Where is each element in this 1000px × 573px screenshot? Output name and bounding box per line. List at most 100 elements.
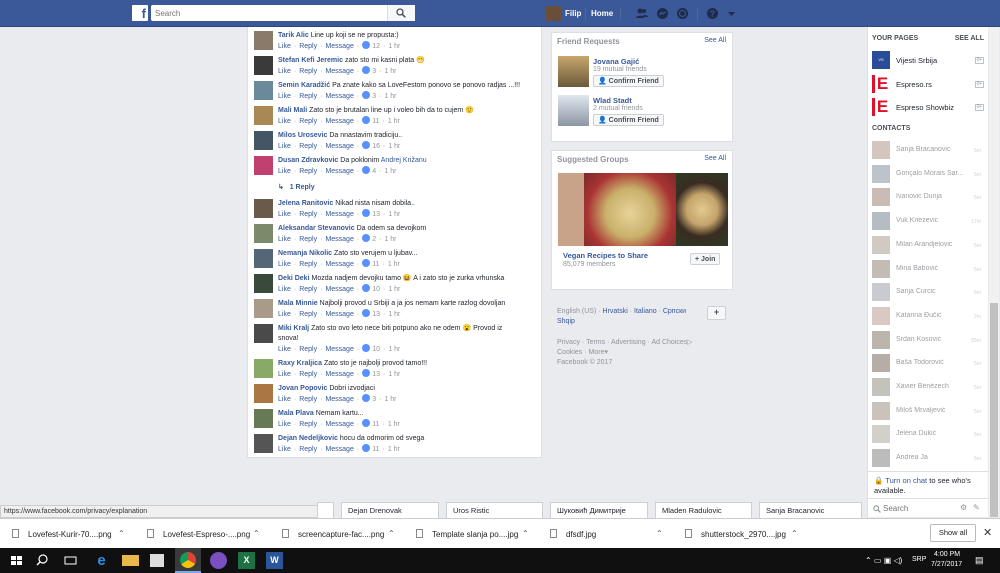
reply-link[interactable]: Reply <box>299 236 317 243</box>
page-row[interactable]: E Espreso Showbiz 0+ <box>868 98 989 120</box>
language-option[interactable]: Српски <box>663 308 686 315</box>
message-link[interactable]: Message <box>325 143 353 150</box>
reply-link[interactable]: Reply <box>299 68 317 75</box>
like-link[interactable]: Like <box>278 93 291 100</box>
notifications-globe-icon[interactable] <box>676 7 689 20</box>
chat-tab[interactable]: Uros Ristic <box>446 502 543 518</box>
download-options-chevron-icon[interactable]: ⌃ <box>253 529 260 538</box>
search-input[interactable] <box>151 5 387 21</box>
commenter-name[interactable]: Mali Mali <box>278 107 307 114</box>
message-link[interactable]: Message <box>325 286 353 293</box>
like-count[interactable]: 10 <box>372 286 380 293</box>
close-downloads-bar-icon[interactable]: ✕ <box>983 526 992 539</box>
contact-row[interactable]: Gonçalo Morais Sar... 5m <box>868 164 989 187</box>
like-count[interactable]: 11 <box>372 421 379 428</box>
privacy-link[interactable]: Privacy <box>557 339 580 346</box>
comment-time[interactable]: 1 hr <box>388 346 400 353</box>
message-link[interactable]: Message <box>325 346 353 353</box>
chat-tab[interactable]: Sanja Bracanovic <box>759 502 862 518</box>
like-link[interactable]: Like <box>278 211 291 218</box>
commenter-avatar[interactable] <box>254 274 273 293</box>
like-link[interactable]: Like <box>278 118 291 125</box>
search-button[interactable] <box>387 5 415 21</box>
friend-name[interactable]: Jovana Gajić <box>593 57 639 66</box>
commenter-avatar[interactable] <box>254 156 273 175</box>
like-link[interactable]: Like <box>278 68 291 75</box>
comment-time[interactable]: 1 hr <box>384 396 396 403</box>
chat-search-input[interactable] <box>883 502 943 515</box>
download-item[interactable]: Template slanja po....jpg ⌃ <box>404 519 534 549</box>
commenter-name[interactable]: Tarik Alic <box>278 32 309 39</box>
more-link[interactable]: More <box>589 349 605 356</box>
commenter-name[interactable]: Raxy Kraljica <box>278 360 322 367</box>
contact-row[interactable]: Jelena Dukić 5m <box>868 425 989 447</box>
contact-row[interactable]: Xavier Bénézech 5m <box>868 378 989 400</box>
commenter-name[interactable]: Jelena Ranitovic <box>278 200 333 207</box>
turn-on-chat-link[interactable]: Turn on chat <box>885 476 927 485</box>
windows-start-icon[interactable] <box>8 552 25 569</box>
like-link[interactable]: Like <box>278 446 291 453</box>
message-link[interactable]: Message <box>325 236 353 243</box>
friend-photo[interactable] <box>558 95 589 126</box>
confirm-friend-button[interactable]: 👤 Confirm Friend <box>593 114 664 126</box>
contact-row[interactable]: Mina Babović 5m <box>868 259 989 282</box>
like-link[interactable]: Like <box>278 286 291 293</box>
comment-time[interactable]: 1 hr <box>384 236 396 243</box>
chat-settings-gear-icon[interactable]: ⚙ <box>960 503 967 512</box>
commenter-name[interactable]: Deki Deki <box>278 275 310 282</box>
download-item[interactable]: shutterstock_2970....jpg ⌃ <box>673 519 803 549</box>
like-link[interactable]: Like <box>278 261 291 268</box>
commenter-name[interactable]: Dejan Nedeljkovic <box>278 435 338 442</box>
reply-link[interactable]: Reply <box>299 261 317 268</box>
keyboard-language[interactable]: SRP <box>912 556 926 563</box>
commenter-avatar[interactable] <box>254 131 273 150</box>
commenter-avatar[interactable] <box>254 249 273 268</box>
comment-time[interactable]: 1 hr <box>388 371 400 378</box>
viber-icon[interactable] <box>210 552 227 569</box>
comment-time[interactable]: 1 hr <box>388 446 400 453</box>
comment-time[interactable]: 1 hr <box>388 311 400 318</box>
commenter-avatar[interactable] <box>254 434 273 453</box>
suggested-groups-see-all[interactable]: See All <box>704 155 726 162</box>
facebook-logo-icon[interactable]: f <box>132 5 148 21</box>
commenter-avatar[interactable] <box>254 384 273 403</box>
comment-time[interactable]: 1 hr <box>388 261 400 268</box>
download-item[interactable]: Lovefest-Kurir-70....png ⌃ <box>0 519 130 549</box>
friend-name[interactable]: Wlad Stadt <box>593 96 632 105</box>
excel-icon[interactable]: X <box>238 552 255 569</box>
contact-row[interactable]: Sanja Curcic 5m <box>868 283 989 305</box>
download-options-chevron-icon[interactable]: ⌃ <box>791 529 798 538</box>
join-group-button[interactable]: + Join <box>690 253 721 265</box>
user-avatar[interactable] <box>546 6 561 21</box>
comment-time[interactable]: 1 hr <box>388 421 400 428</box>
like-link[interactable]: Like <box>278 168 291 175</box>
contact-row[interactable]: Sanja Bracanovic 5m <box>868 141 989 163</box>
ad-choices-link[interactable]: Ad Choices <box>651 339 687 346</box>
tray-icons[interactable]: ⌃ ▭ ▣ ◁) <box>865 556 902 565</box>
friend-requests-icon[interactable] <box>635 7 648 20</box>
comment-time[interactable]: 1 hr <box>388 143 400 150</box>
word-icon[interactable]: W <box>266 552 283 569</box>
download-options-chevron-icon[interactable]: ⌃ <box>522 529 529 538</box>
clock-date[interactable]: 7/27/2017 <box>931 561 962 568</box>
store-icon[interactable] <box>150 554 164 567</box>
message-link[interactable]: Message <box>325 93 353 100</box>
mutual-friends[interactable]: 2 mutual friends <box>593 105 643 112</box>
like-count[interactable]: 2 <box>372 236 376 243</box>
clock-time[interactable]: 4:00 PM <box>934 551 960 558</box>
confirm-friend-button[interactable]: 👤 Confirm Friend <box>593 75 664 87</box>
download-options-chevron-icon[interactable]: ⌃ <box>118 529 125 538</box>
scrollbar-thumb[interactable] <box>990 303 998 517</box>
friend-photo[interactable] <box>558 56 589 87</box>
contact-row[interactable]: Srdan Kosović 55m <box>868 330 989 353</box>
search-box[interactable] <box>151 5 415 21</box>
reply-link[interactable]: Reply <box>299 371 317 378</box>
like-count[interactable]: 3 <box>372 396 376 403</box>
language-option[interactable]: Italiano <box>634 308 657 315</box>
commenter-name[interactable]: Semin Karadžić <box>278 82 330 89</box>
like-link[interactable]: Like <box>278 236 291 243</box>
comment-time[interactable]: 1 hr <box>388 118 400 125</box>
like-link[interactable]: Like <box>278 143 291 150</box>
download-item[interactable]: Lovefest-Espreso-....png ⌃ <box>135 519 265 549</box>
like-count[interactable]: 11 <box>372 118 379 125</box>
